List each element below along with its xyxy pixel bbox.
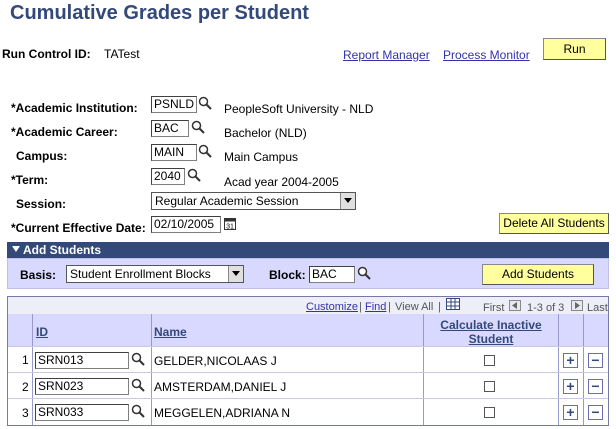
add-row-button[interactable]: +	[563, 405, 578, 420]
lookup-icon[interactable]	[198, 96, 212, 110]
add-students-button[interactable]: Add Students	[482, 264, 594, 285]
lookup-icon[interactable]	[131, 404, 145, 418]
find-link[interactable]: Find	[365, 301, 386, 313]
term-label: *Term:	[11, 173, 49, 187]
delete-row-button[interactable]: −	[588, 353, 603, 368]
row-divider	[8, 398, 608, 399]
student-name: GELDER,NICOLAAS J	[154, 354, 277, 368]
nav-separator: |	[438, 301, 441, 313]
academic-institution-input[interactable]: PSNLD	[151, 96, 197, 113]
report-manager-link[interactable]: Report Manager	[343, 48, 430, 62]
row-number: 1	[22, 353, 29, 367]
row-range: 1-3 of 3	[527, 302, 565, 314]
column-divider	[558, 314, 559, 425]
add-students-section-title: Add Students	[23, 243, 101, 257]
academic-career-description: Bachelor (NLD)	[224, 126, 307, 140]
block-label: Block:	[269, 268, 306, 282]
column-divider	[423, 314, 424, 425]
calc-inactive-checkbox[interactable]	[484, 381, 495, 392]
name-column-header[interactable]: Name	[154, 325, 187, 339]
effective-date-input[interactable]: 02/10/2005	[151, 216, 221, 233]
nav-separator: |	[388, 301, 391, 313]
page-title: Cumulative Grades per Student	[10, 2, 309, 24]
run-button[interactable]: Run	[543, 38, 606, 60]
student-id-input[interactable]: SRN013	[35, 352, 129, 369]
lookup-icon[interactable]	[131, 378, 145, 392]
row-number: 2	[22, 380, 29, 394]
column-divider	[151, 314, 152, 425]
academic-institution-label: *Academic Institution:	[11, 101, 138, 115]
calc-inactive-checkbox[interactable]	[484, 355, 495, 366]
campus-description: Main Campus	[224, 150, 299, 164]
basis-select[interactable]: Student Enrollment Blocks	[66, 265, 244, 283]
lookup-icon[interactable]	[191, 120, 205, 134]
session-select[interactable]: Regular Academic Session	[151, 192, 356, 210]
calendar-icon[interactable]: 31	[224, 217, 236, 230]
chevron-down-icon[interactable]	[228, 266, 243, 282]
student-id-input[interactable]: SRN023	[35, 378, 129, 395]
view-all-link[interactable]: View All	[395, 301, 433, 313]
last-link[interactable]: Last	[587, 302, 608, 314]
lookup-icon[interactable]	[187, 168, 201, 182]
student-id-input[interactable]: SRN033	[35, 404, 129, 421]
collapse-triangle-icon[interactable]	[12, 246, 20, 253]
row-divider	[8, 372, 608, 373]
delete-row-button[interactable]: −	[588, 379, 603, 394]
add-row-button[interactable]: +	[563, 379, 578, 394]
session-label: Session:	[16, 197, 67, 211]
column-divider	[583, 314, 584, 425]
student-name: MEGGELEN,ADRIANA N	[154, 406, 291, 420]
basis-value: Student Enrollment Blocks	[70, 267, 211, 281]
delete-all-students-button[interactable]: Delete All Students	[499, 213, 609, 234]
effective-date-label: *Current Effective Date:	[11, 221, 146, 235]
add-students-section-header[interactable]: Add Students	[7, 242, 609, 258]
calc-inactive-header-line2[interactable]: Student	[424, 332, 558, 346]
term-description: Acad year 2004-2005	[224, 175, 339, 189]
row-number: 3	[22, 406, 29, 420]
delete-row-button[interactable]: −	[588, 405, 603, 420]
id-column-header[interactable]: ID	[36, 325, 48, 339]
process-monitor-link[interactable]: Process Monitor	[443, 48, 530, 62]
calc-inactive-header-line1[interactable]: Calculate Inactive	[424, 318, 558, 332]
lookup-icon[interactable]	[131, 352, 145, 366]
term-input[interactable]: 2040	[151, 168, 185, 185]
campus-input[interactable]: MAIN	[151, 144, 197, 161]
column-divider	[32, 314, 33, 425]
first-link[interactable]: First	[483, 302, 504, 314]
run-control-value: TATest	[104, 47, 140, 61]
academic-career-input[interactable]: BAC	[151, 120, 189, 137]
session-value: Regular Academic Session	[155, 194, 299, 208]
student-name: AMSTERDAM,DANIEL J	[154, 380, 287, 394]
basis-label: Basis:	[20, 268, 57, 282]
svg-text:31: 31	[226, 224, 234, 231]
block-input[interactable]: BAC	[309, 266, 355, 283]
run-control-label: Run Control ID:	[2, 47, 91, 61]
lookup-icon[interactable]	[357, 266, 371, 280]
calc-inactive-checkbox[interactable]	[484, 407, 495, 418]
nav-separator: |	[359, 301, 362, 313]
chevron-down-icon[interactable]	[340, 193, 355, 209]
lookup-icon[interactable]	[198, 144, 212, 158]
row-divider	[8, 346, 608, 347]
prev-arrow-icon[interactable]	[509, 300, 521, 311]
add-row-button[interactable]: +	[563, 353, 578, 368]
next-arrow-icon[interactable]	[571, 300, 583, 311]
academic-career-label: *Academic Career:	[11, 125, 118, 139]
campus-label: Campus:	[16, 149, 68, 163]
customize-link[interactable]: Customize	[306, 301, 358, 313]
academic-institution-description: PeopleSoft University - NLD	[224, 102, 374, 116]
spreadsheet-icon[interactable]	[446, 298, 460, 310]
